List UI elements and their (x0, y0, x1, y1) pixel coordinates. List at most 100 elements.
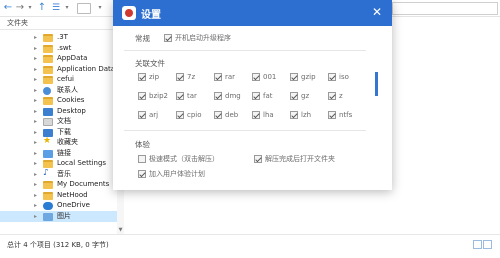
forward-arrow-icon[interactable]: → (14, 2, 26, 14)
back-arrow-icon[interactable]: ← (2, 2, 14, 14)
format-checkbox[interactable]: dmg (214, 92, 241, 100)
format-checkbox[interactable]: fat (252, 92, 273, 100)
expand-arrow-icon[interactable]: ▸ (34, 179, 42, 190)
sidebar-item[interactable]: ▸ .swt (0, 43, 124, 54)
sidebar-item[interactable]: ▸ 链接 (0, 148, 124, 159)
sidebar-item[interactable]: ▸ Local Settings (0, 158, 124, 169)
format-checkbox[interactable]: zip (138, 73, 159, 81)
format-checkbox[interactable]: lha (252, 111, 274, 119)
expand-arrow-icon[interactable]: ▸ (34, 127, 42, 138)
dialog-title-bar[interactable]: 设置 ✕ (113, 0, 392, 26)
format-label: z (339, 92, 343, 100)
menu-dropdown-icon[interactable]: ▾ (96, 2, 104, 14)
format-checkbox[interactable]: cpio (176, 111, 202, 119)
user-experience-program-checkbox[interactable]: 加入用户体验计划 (138, 169, 205, 179)
sidebar-item[interactable]: ▸ OneDrive (0, 200, 124, 211)
expand-arrow-icon[interactable]: ▸ (34, 190, 42, 201)
expand-arrow-icon[interactable]: ▸ (34, 32, 42, 43)
address-bar[interactable] (392, 2, 498, 15)
format-checkbox[interactable]: rar (214, 73, 235, 81)
sidebar-item-label: NetHood (57, 190, 88, 199)
user-experience-program-label: 加入用户体验计划 (149, 170, 205, 178)
sidebar-item[interactable]: ▸ 图片 (0, 210, 124, 222)
format-label: cpio (187, 111, 202, 119)
sidebar-item[interactable]: ▸ ♪ 音乐 (0, 169, 124, 180)
sidebar-item[interactable]: ▸ cefui (0, 74, 124, 85)
folder-icon (43, 160, 53, 168)
open-folder-after-extract-checkbox[interactable]: 解压完成后打开文件夹 (254, 154, 335, 164)
sidebar-item[interactable]: ▸ ★ 收藏夹 (0, 137, 124, 148)
format-checkbox[interactable]: ntfs (328, 111, 352, 119)
format-checkbox[interactable]: tar (176, 92, 197, 100)
window-menu-icon[interactable] (77, 3, 91, 14)
checkbox-icon (252, 92, 260, 100)
checkbox-icon (328, 111, 336, 119)
sidebar-item[interactable]: ▸ 联系人 (0, 85, 124, 96)
checkbox-icon (290, 92, 298, 100)
scroll-down-icon[interactable]: ▼ (117, 227, 124, 234)
format-checkbox[interactable]: arj (138, 111, 158, 119)
view-dropdown-icon[interactable]: ▾ (63, 2, 71, 14)
expand-arrow-icon[interactable]: ▸ (34, 137, 42, 148)
expand-arrow-icon[interactable]: ▸ (34, 43, 42, 54)
format-checkbox[interactable]: 7z (176, 73, 195, 81)
up-folder-icon[interactable]: ↑ (37, 2, 47, 14)
docs-icon (43, 118, 53, 126)
star-icon: ★ (43, 137, 52, 146)
expand-arrow-icon[interactable]: ▸ (34, 158, 42, 169)
expand-arrow-icon[interactable]: ▸ (34, 169, 42, 180)
format-checkbox[interactable]: bzip2 (138, 92, 168, 100)
expand-arrow-icon[interactable]: ▸ (34, 53, 42, 64)
thumbnail-view-icon[interactable] (483, 240, 492, 249)
dialog-scroll-indicator[interactable] (375, 72, 378, 96)
expand-arrow-icon[interactable]: ▸ (34, 106, 42, 117)
expand-arrow-icon[interactable]: ▸ (34, 148, 42, 159)
sidebar-item-label: .3T (57, 33, 68, 41)
sidebar-item[interactable]: ▸ 下载 (0, 127, 124, 138)
sidebar-item[interactable]: ▸ NetHood (0, 190, 124, 201)
folder-icon (43, 97, 53, 105)
expand-arrow-icon[interactable]: ▸ (34, 200, 42, 211)
sidebar-item[interactable]: ▸ AppData (0, 53, 124, 64)
sidebar-item[interactable]: ▸ Cookies (0, 95, 124, 106)
format-checkbox[interactable]: lzh (290, 111, 311, 119)
sidebar-item[interactable]: ▸ Application Data (0, 64, 124, 75)
expand-arrow-icon[interactable]: ▸ (34, 116, 42, 127)
auto-upgrade-checkbox[interactable]: 开机启动升级程序 (164, 33, 231, 43)
format-label: bzip2 (149, 92, 168, 100)
blue-icon (43, 107, 53, 116)
format-label: lzh (301, 111, 312, 119)
format-checkbox[interactable]: z (328, 92, 343, 100)
sidebar-item[interactable]: ▸ My Documents (0, 179, 124, 190)
sidebar-item[interactable]: ▸ 文档 (0, 116, 124, 127)
format-checkbox[interactable]: 001 (252, 73, 276, 81)
details-view-icon[interactable] (473, 240, 482, 249)
checkbox-icon (176, 73, 184, 81)
history-dropdown-icon[interactable]: ▾ (26, 2, 34, 14)
format-label: lha (263, 111, 274, 119)
expand-arrow-icon[interactable]: ▸ (34, 85, 42, 96)
expand-arrow-icon[interactable]: ▸ (34, 64, 42, 75)
sidebar-item-label: cefui (57, 75, 75, 83)
expand-arrow-icon[interactable]: ▸ (34, 95, 42, 106)
view-list-icon[interactable]: ☰ (49, 2, 63, 14)
format-checkbox[interactable]: gzip (290, 73, 316, 81)
close-icon[interactable]: ✕ (370, 4, 384, 20)
format-checkbox[interactable]: gz (290, 92, 309, 100)
checkbox-icon (328, 92, 336, 100)
format-label: zip (149, 73, 160, 81)
sidebar-item[interactable]: ▸ Desktop (0, 106, 124, 117)
format-checkbox[interactable]: deb (214, 111, 238, 119)
format-label: 7z (187, 73, 196, 81)
view-toggle (472, 240, 494, 250)
sidebar-item[interactable]: ▸ .3T (0, 32, 124, 43)
checkbox-icon (290, 111, 298, 119)
expand-arrow-icon[interactable]: ▸ (34, 74, 42, 85)
format-checkbox[interactable]: iso (328, 73, 349, 81)
folder-icon (43, 76, 53, 84)
fast-mode-checkbox[interactable]: 极速模式（双击解压） (138, 154, 219, 164)
folder-icon (43, 34, 53, 42)
format-label: deb (225, 111, 239, 119)
expand-arrow-icon[interactable]: ▸ (34, 211, 42, 222)
checkbox-icon (214, 92, 222, 100)
